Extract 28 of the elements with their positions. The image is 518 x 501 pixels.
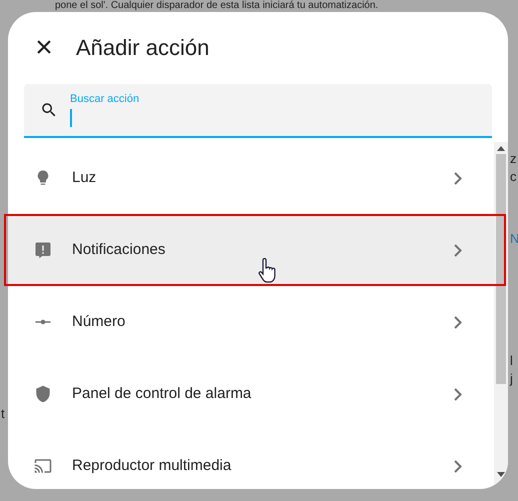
list-item[interactable]: Luz	[8, 142, 494, 214]
list-item[interactable]: Reproductor multimedia	[8, 430, 494, 489]
search-icon	[40, 101, 58, 119]
alert-message-icon	[34, 241, 52, 259]
list-item[interactable]: Panel de control de alarma	[8, 358, 494, 430]
cast-icon	[34, 457, 52, 475]
background-text: l	[510, 352, 514, 370]
chevron-icon	[454, 460, 462, 472]
background-text: c	[510, 168, 518, 186]
scroll-up-icon[interactable]	[497, 146, 505, 151]
background-text: t	[1, 405, 5, 423]
list-item[interactable]: Número	[8, 286, 494, 358]
scrollbar-thumb[interactable]	[496, 154, 506, 384]
shield-icon	[34, 385, 52, 403]
text-cursor	[70, 109, 72, 127]
chevron-icon	[454, 244, 462, 256]
chevron-icon	[454, 316, 462, 328]
chevron-icon	[454, 172, 462, 184]
dialog-title: Añadir acción	[76, 34, 210, 62]
chevron-icon	[454, 388, 462, 400]
hand-cursor-icon	[258, 258, 276, 284]
scroll-down-icon[interactable]	[497, 472, 505, 477]
background-text: j	[510, 370, 514, 388]
slider-line-icon	[34, 319, 52, 325]
list-item[interactable]: Notificaciones	[8, 214, 494, 286]
close-button[interactable]: ×	[32, 36, 56, 60]
background-text: z	[510, 150, 518, 168]
background-text: pone el sol'. Cualquier disparador de esta lista iniciará tu automatización.	[55, 0, 378, 11]
